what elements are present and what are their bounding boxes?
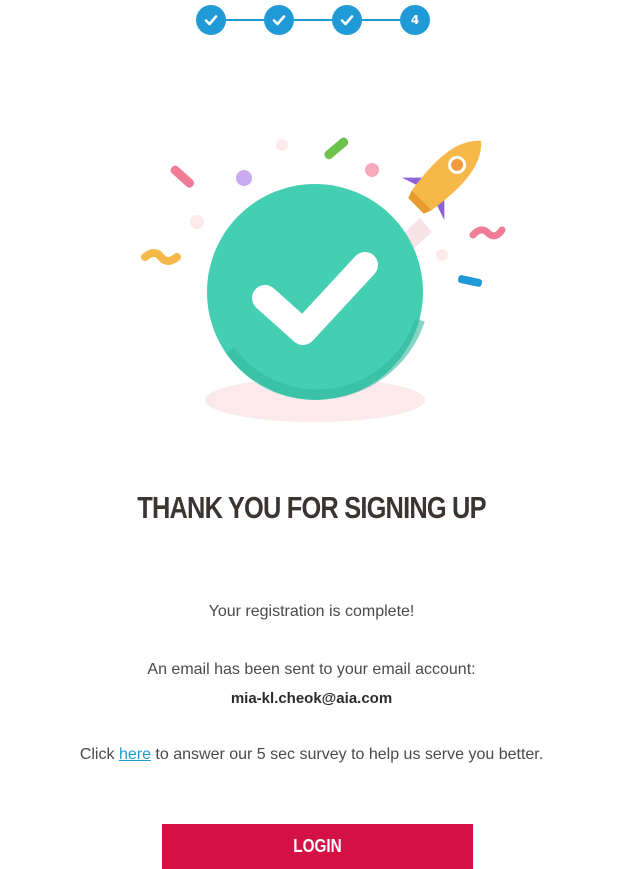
- check-icon: [272, 15, 286, 26]
- rocket-icon: [401, 140, 482, 221]
- step-3-complete: [332, 5, 362, 35]
- step-4-current: 4: [400, 5, 430, 35]
- success-illustration: [141, 137, 506, 422]
- signup-complete-page: 4 THANK YOU FOR SIGNING UP Your registra…: [0, 0, 623, 869]
- login-button[interactable]: LOGIN: [162, 824, 473, 869]
- registration-complete-text: Your registration is complete!: [208, 603, 415, 620]
- survey-prefix: Click: [79, 746, 115, 763]
- stepper-connector: [362, 19, 400, 21]
- email-address: mia-kl.cheok@aia.com: [230, 690, 393, 707]
- login-button-label: LOGIN: [293, 836, 342, 856]
- survey-text: Click here to answer our 5 sec survey to…: [0, 746, 623, 764]
- survey-link[interactable]: here: [119, 746, 151, 763]
- stepper-connector: [294, 19, 332, 21]
- page-title: THANK YOU FOR SIGNING UP: [137, 490, 486, 525]
- step-1-complete: [196, 5, 226, 35]
- email-sent-text: An email has been sent to your email acc…: [147, 661, 476, 678]
- check-icon: [340, 15, 354, 26]
- survey-suffix: to answer our 5 sec survey to help us se…: [155, 746, 544, 763]
- step-2-complete: [264, 5, 294, 35]
- stepper-connector: [226, 19, 264, 21]
- step-4-number: 4: [410, 13, 420, 27]
- progress-stepper: 4: [196, 4, 432, 36]
- check-icon: [204, 15, 218, 26]
